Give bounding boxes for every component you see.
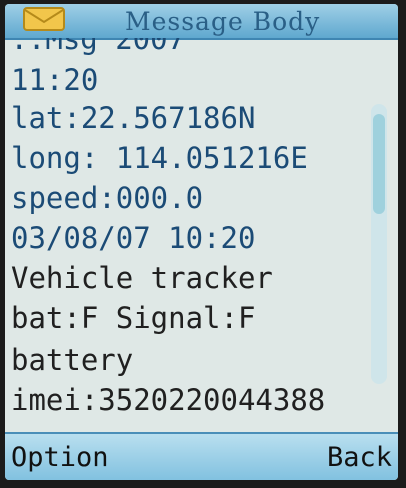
message-line-long: long: 114.051216E bbox=[11, 141, 308, 175]
message-line-imei: imei:3520220044388 bbox=[11, 383, 326, 417]
message-line-partial: ...Msg 2007 bbox=[5, 38, 186, 56]
title-bar: Message Body bbox=[5, 4, 398, 40]
scrollbar[interactable] bbox=[371, 104, 387, 384]
message-line-vehicle: Vehicle tracker bbox=[11, 261, 273, 295]
message-body[interactable]: ...Msg 2007 11:20 lat:22.567186N long: 1… bbox=[5, 38, 370, 426]
option-softkey[interactable]: Option bbox=[11, 442, 109, 473]
back-softkey[interactable]: Back bbox=[327, 442, 392, 473]
message-line-time: 11:20 bbox=[11, 63, 99, 97]
scroll-thumb[interactable] bbox=[373, 114, 385, 214]
phone-screen: Message Body ...Msg 2007 11:20 lat:22.56… bbox=[5, 4, 398, 480]
softkey-bar: Option Back bbox=[5, 432, 398, 480]
envelope-icon bbox=[23, 7, 65, 31]
message-line-speed: speed:000.0 bbox=[11, 181, 204, 215]
message-line-date: 03/08/07 10:20 bbox=[11, 221, 256, 255]
message-line-battery: battery bbox=[11, 343, 134, 377]
message-line-bat-signal: bat:F Signal:F bbox=[11, 301, 256, 335]
message-line-lat: lat:22.567186N bbox=[11, 101, 256, 135]
screen-title: Message Body bbox=[125, 7, 321, 36]
